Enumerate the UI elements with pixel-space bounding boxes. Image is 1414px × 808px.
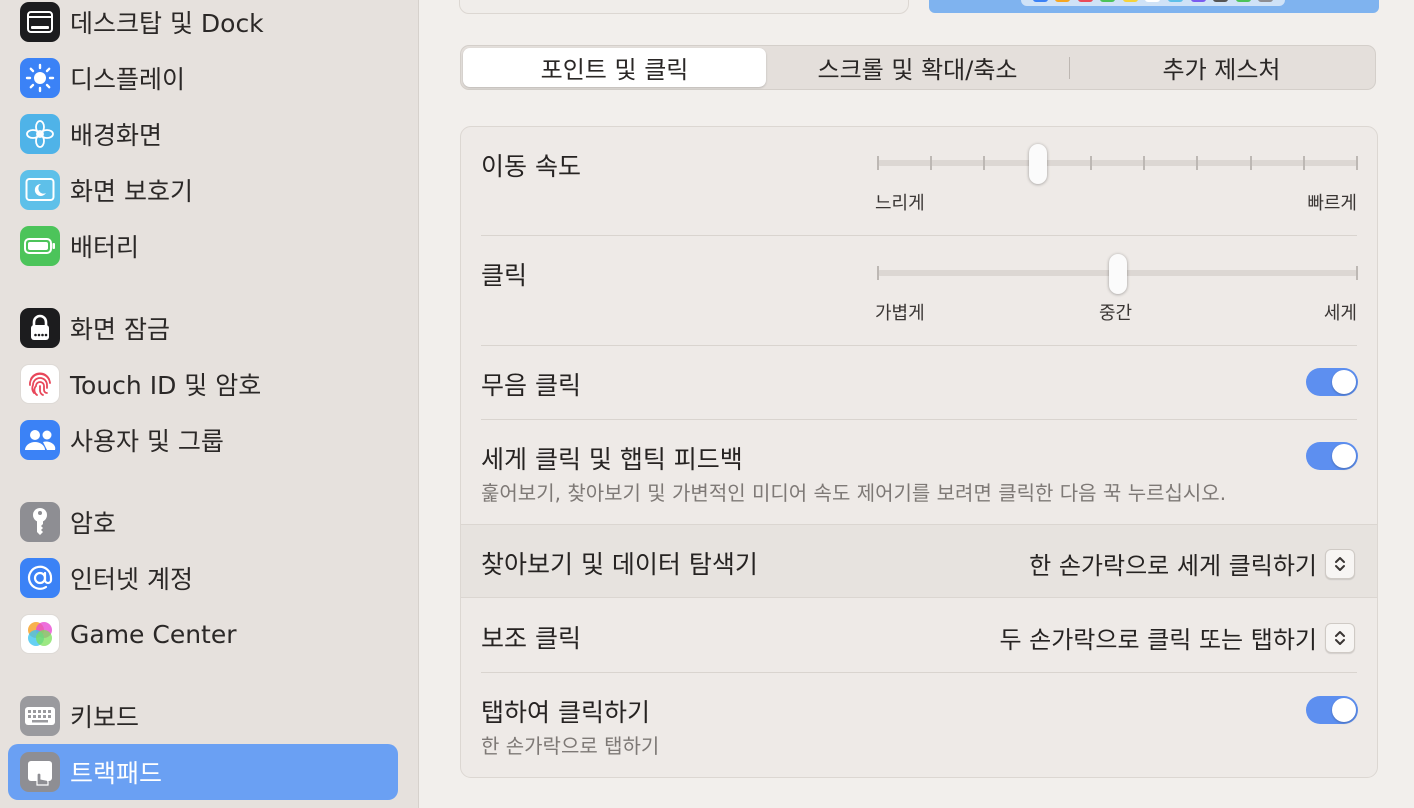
settings-panel: 이동 속도 느리게 빠르게 클릭 가볍게 중간 세게 무음 클릭 세게 클릭 및… bbox=[460, 126, 1378, 778]
sidebar-item-label: 디스플레이 bbox=[70, 65, 186, 94]
sidebar-item-screensaver[interactable]: 화면 보호기 bbox=[8, 162, 398, 218]
silent-click-row: 무음 클릭 bbox=[461, 346, 1377, 419]
slider-thumb[interactable] bbox=[1109, 254, 1127, 294]
users-groups-icon bbox=[20, 420, 60, 460]
silent-click-label: 무음 클릭 bbox=[481, 371, 581, 400]
slider-tick bbox=[983, 156, 985, 170]
top-card bbox=[459, 0, 909, 14]
chevron-up-down-icon[interactable] bbox=[1325, 548, 1355, 579]
slider-tick bbox=[877, 156, 879, 170]
slider-mid-label: 중간 bbox=[1099, 303, 1133, 324]
slider-min-label: 느리게 bbox=[875, 193, 925, 214]
sidebar-item-passwords[interactable]: 암호 bbox=[8, 494, 398, 550]
sidebar-item-label: Touch ID 및 암호 bbox=[70, 371, 262, 400]
sidebar-item-keyboard[interactable]: 키보드 bbox=[8, 688, 398, 744]
sidebar-item-lock-screen[interactable]: 화면 잠금 bbox=[8, 300, 398, 356]
fingerprint-icon bbox=[20, 364, 60, 404]
slider-tick bbox=[1090, 156, 1092, 170]
slider-tick bbox=[1196, 156, 1198, 170]
slider-max-label: 빠르게 bbox=[1307, 193, 1357, 214]
game-center-icon bbox=[20, 614, 60, 654]
sidebar-item-display[interactable]: 디스플레이 bbox=[8, 50, 398, 106]
click-pressure-slider[interactable] bbox=[877, 254, 1358, 294]
sidebar-item-touch-id[interactable]: Touch ID 및 암호 bbox=[8, 356, 398, 412]
key-icon bbox=[20, 502, 60, 542]
sidebar-item-label: 화면 잠금 bbox=[70, 315, 170, 344]
tracking-speed-slider[interactable] bbox=[877, 144, 1358, 184]
sidebar-item-label: 배터리 bbox=[70, 233, 140, 262]
sidebar-item-wallpaper[interactable]: 배경화면 bbox=[8, 106, 398, 162]
desktop-dock-icon bbox=[20, 2, 60, 42]
sidebar-item-label: 암호 bbox=[70, 509, 117, 538]
tap-to-click-row: 탭하여 클릭하기 한 손가락으로 탭하기 bbox=[461, 673, 1377, 777]
wallpaper-icon bbox=[20, 114, 60, 154]
dock-preview bbox=[1021, 0, 1285, 6]
click-row: 클릭 가볍게 중간 세게 bbox=[461, 236, 1377, 345]
lookup-row: 찾아보기 및 데이터 탐색기 한 손가락으로 세게 클릭하기 bbox=[461, 524, 1377, 598]
sidebar-item-label: Game Center bbox=[70, 619, 237, 649]
sidebar-item-label: 데스크탑 및 Dock bbox=[70, 9, 264, 38]
tab-more-gestures[interactable]: 추가 제스처 bbox=[1070, 48, 1373, 87]
sidebar-item-game-center[interactable]: Game Center bbox=[8, 606, 398, 662]
sidebar-item-label: 트랙패드 bbox=[70, 759, 163, 788]
tab-point-click[interactable]: 포인트 및 클릭 bbox=[463, 48, 766, 87]
secondary-click-value: 두 손가락으로 클릭 또는 탭하기 bbox=[999, 626, 1317, 654]
secondary-click-popup[interactable]: 두 손가락으로 클릭 또는 탭하기 bbox=[999, 620, 1355, 655]
slider-tick bbox=[1143, 156, 1145, 170]
keyboard-icon bbox=[20, 696, 60, 736]
tab-bar: 포인트 및 클릭 스크롤 및 확대/축소 추가 제스처 bbox=[460, 45, 1376, 90]
sidebar-item-label: 인터넷 계정 bbox=[70, 565, 193, 594]
slider-tick bbox=[1250, 156, 1252, 170]
sidebar-item-label: 키보드 bbox=[70, 703, 140, 732]
slider-tick bbox=[1356, 156, 1358, 170]
slider-tick bbox=[877, 266, 879, 280]
tap-to-click-label: 탭하여 클릭하기 bbox=[481, 698, 650, 727]
trackpad-icon bbox=[20, 752, 60, 792]
screensaver-icon bbox=[20, 170, 60, 210]
at-sign-icon bbox=[20, 558, 60, 598]
sidebar-item-label: 사용자 및 그룹 bbox=[70, 427, 224, 456]
tap-to-click-description: 한 손가락으로 탭하기 bbox=[481, 734, 660, 758]
secondary-click-label: 보조 클릭 bbox=[481, 624, 581, 653]
lookup-label: 찾아보기 및 데이터 탐색기 bbox=[481, 550, 758, 579]
force-click-description: 훑어보기, 찾아보기 및 가변적인 미디어 속도 제어기를 보려면 클릭한 다음… bbox=[481, 481, 1227, 505]
toggle-knob bbox=[1332, 370, 1356, 394]
lock-screen-icon bbox=[20, 308, 60, 348]
force-click-toggle[interactable] bbox=[1306, 442, 1358, 470]
lookup-value: 한 손가락으로 세게 클릭하기 bbox=[1029, 552, 1317, 580]
battery-icon bbox=[20, 226, 60, 266]
slider-thumb[interactable] bbox=[1029, 144, 1047, 184]
toggle-knob bbox=[1332, 698, 1356, 722]
slider-track bbox=[877, 160, 1358, 166]
slider-right-label: 세게 bbox=[1323, 303, 1357, 324]
click-label: 클릭 bbox=[481, 261, 528, 290]
slider-left-label: 가볍게 bbox=[875, 303, 925, 324]
tap-to-click-toggle[interactable] bbox=[1306, 696, 1358, 724]
tracking-speed-row: 이동 속도 느리게 빠르게 bbox=[461, 127, 1377, 235]
force-click-row: 세게 클릭 및 햅틱 피드백 훑어보기, 찾아보기 및 가변적인 미디어 속도 … bbox=[461, 420, 1377, 524]
slider-tick bbox=[1303, 156, 1305, 170]
sidebar: 데스크탑 및 Dock 디스플레이 배경화면 화면 보호기 배터리 화면 잠금 bbox=[0, 0, 419, 808]
sidebar-item-trackpad[interactable]: 트랙패드 bbox=[8, 744, 398, 800]
sidebar-item-battery[interactable]: 배터리 bbox=[8, 218, 398, 274]
tab-scroll-zoom[interactable]: 스크롤 및 확대/축소 bbox=[766, 48, 1069, 87]
sidebar-item-desktop-dock[interactable]: 데스크탑 및 Dock bbox=[8, 0, 398, 50]
slider-tick bbox=[930, 156, 932, 170]
lookup-popup[interactable]: 한 손가락으로 세게 클릭하기 bbox=[1029, 546, 1355, 581]
chevron-up-down-icon[interactable] bbox=[1325, 622, 1355, 653]
sidebar-item-users-groups[interactable]: 사용자 및 그룹 bbox=[8, 412, 398, 468]
sidebar-item-label: 화면 보호기 bbox=[70, 177, 193, 206]
toggle-knob bbox=[1332, 444, 1356, 468]
secondary-click-row: 보조 클릭 두 손가락으로 클릭 또는 탭하기 bbox=[461, 599, 1377, 672]
force-click-label: 세게 클릭 및 햅틱 피드백 bbox=[481, 445, 743, 474]
sidebar-item-internet-accounts[interactable]: 인터넷 계정 bbox=[8, 550, 398, 606]
slider-tick bbox=[1356, 266, 1358, 280]
display-icon bbox=[20, 58, 60, 98]
silent-click-toggle[interactable] bbox=[1306, 368, 1358, 396]
tracking-speed-label: 이동 속도 bbox=[481, 152, 581, 181]
sidebar-item-label: 배경화면 bbox=[70, 121, 163, 150]
